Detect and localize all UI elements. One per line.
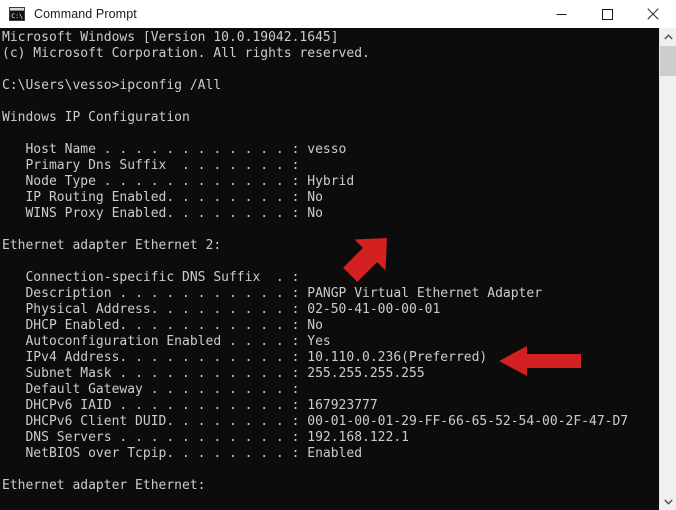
minimize-button[interactable] (538, 0, 584, 28)
command-prompt-window: C:\ Command Prompt Microsoft Windows [Ve… (0, 0, 676, 510)
window-title: Command Prompt (34, 7, 137, 21)
maximize-button[interactable] (584, 0, 630, 28)
command-prompt-icon: C:\ (9, 7, 25, 21)
console-output-area[interactable]: Microsoft Windows [Version 10.0.19042.16… (0, 28, 659, 510)
scrollbar-track[interactable] (660, 45, 676, 493)
svg-text:C:\: C:\ (11, 12, 23, 20)
scrollbar-thumb[interactable] (660, 46, 676, 76)
console-text: Microsoft Windows [Version 10.0.19042.16… (2, 30, 629, 493)
title-bar[interactable]: C:\ Command Prompt (0, 0, 676, 28)
scroll-up-arrow-icon[interactable] (660, 28, 676, 45)
vertical-scrollbar[interactable] (659, 28, 676, 510)
scroll-down-arrow-icon[interactable] (660, 493, 676, 510)
close-button[interactable] (630, 0, 676, 28)
